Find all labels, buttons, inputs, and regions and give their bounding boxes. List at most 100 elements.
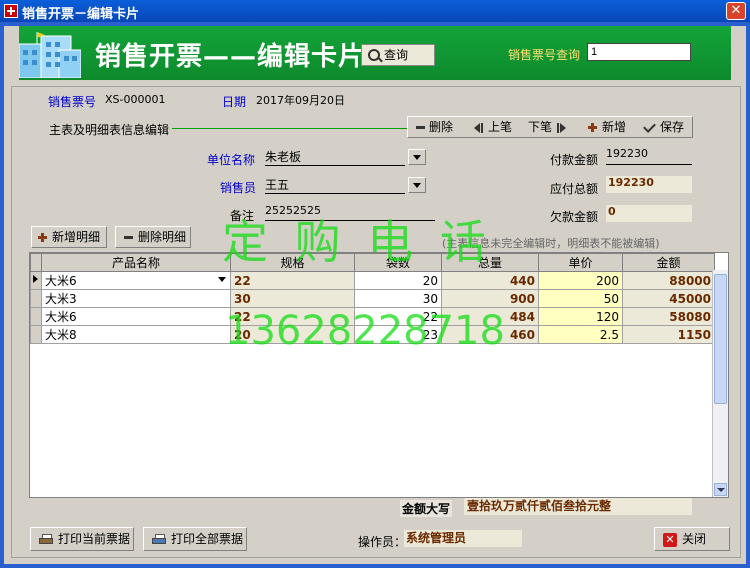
owed-value: 0 bbox=[608, 205, 616, 218]
owed-label: 欠款金额 bbox=[550, 210, 599, 224]
title-bar: 销售开票－编辑卡片 ✕ bbox=[0, 0, 750, 22]
invoice-no-label: 销售票号 bbox=[48, 95, 97, 109]
magnifier-icon bbox=[368, 49, 380, 61]
close-button[interactable]: ✕ 关闭 bbox=[654, 527, 730, 551]
next-button[interactable]: 下笔 bbox=[528, 118, 567, 136]
printer-icon bbox=[152, 533, 166, 546]
print-all-button[interactable]: 打印全部票据 bbox=[143, 527, 247, 551]
paid-input[interactable]: 192230 bbox=[606, 147, 692, 165]
check-icon bbox=[643, 119, 656, 133]
cell-bags[interactable]: 20 bbox=[354, 271, 442, 290]
invoice-query-input[interactable] bbox=[587, 43, 691, 61]
cell-bags[interactable]: 30 bbox=[354, 289, 442, 308]
date-value: 2017年09月20日 bbox=[256, 94, 345, 107]
col-header-price[interactable]: 单价 bbox=[538, 253, 623, 272]
row-pointer-icon bbox=[33, 275, 38, 283]
save-label: 保存 bbox=[660, 120, 685, 134]
plus-icon bbox=[38, 233, 47, 242]
cell-name[interactable]: 大米6 bbox=[41, 271, 231, 290]
col-header-name[interactable]: 产品名称 bbox=[41, 253, 231, 272]
invoice-no-value: XS-000001 bbox=[105, 93, 166, 106]
delete-detail-button[interactable]: 删除明细 bbox=[115, 226, 191, 248]
cell-spec[interactable]: 30 bbox=[230, 289, 355, 308]
add-button[interactable]: 新增 bbox=[588, 118, 626, 136]
cell-name[interactable]: 大米3 bbox=[41, 289, 231, 308]
payable-field: 192230 bbox=[606, 176, 692, 193]
table-row[interactable]: 大米3 30 30 900 50 45000 bbox=[30, 289, 715, 308]
payable-label: 应付总额 bbox=[550, 182, 599, 196]
paid-label: 付款金额 bbox=[550, 153, 599, 167]
cell-name[interactable]: 大米6 bbox=[41, 307, 231, 326]
table-row[interactable]: 大米6 22 20 440 200 88000 bbox=[30, 271, 715, 290]
next-bar-icon bbox=[557, 122, 560, 133]
cell-price[interactable]: 2.5 bbox=[538, 325, 623, 344]
seller-dropdown-icon[interactable] bbox=[408, 177, 426, 193]
scroll-down-arrow-icon[interactable] bbox=[714, 483, 727, 496]
cell-amount: 88000 bbox=[622, 271, 715, 290]
watermark-line2: 13628228718 bbox=[225, 308, 505, 354]
delete-label: 删除 bbox=[429, 120, 454, 134]
print-current-button[interactable]: 打印当前票据 bbox=[30, 527, 134, 551]
col-header-amount[interactable]: 金额 bbox=[622, 253, 715, 272]
query-button[interactable]: 查询 bbox=[361, 44, 435, 66]
cell-price[interactable]: 50 bbox=[538, 289, 623, 308]
seller-combo[interactable]: 王五 bbox=[265, 176, 405, 194]
watermark-line1: 定 购 电 话 bbox=[222, 215, 492, 269]
section-divider bbox=[172, 128, 408, 129]
plus-icon bbox=[588, 123, 597, 132]
add-label: 新增 bbox=[602, 120, 627, 134]
scrollbar-thumb[interactable] bbox=[714, 274, 727, 404]
amount-words-field: 壹拾玖万贰仟贰佰叁拾元整 bbox=[464, 498, 692, 515]
add-detail-button[interactable]: 新增明细 bbox=[31, 226, 107, 248]
prev-bar-icon bbox=[481, 122, 483, 133]
printer-icon bbox=[39, 533, 53, 546]
unit-label: 单位名称 bbox=[207, 153, 256, 167]
delete-button[interactable]: 删除 bbox=[416, 118, 453, 136]
cell-amount: 58080 bbox=[622, 307, 715, 326]
invoice-query-label: 销售票号查询 bbox=[508, 48, 581, 62]
amount-words-value: 壹拾玖万贰仟贰佰叁拾元整 bbox=[467, 499, 612, 513]
unit-combo[interactable]: 朱老板 bbox=[265, 148, 405, 166]
close-icon: ✕ bbox=[663, 532, 677, 547]
grid-scrollbar[interactable] bbox=[712, 270, 728, 497]
detail-grid[interactable]: 产品名称 规格 袋数 总量 单价 金额 大米6 22 20 440 200 88… bbox=[29, 252, 729, 498]
print-all-label: 打印全部票据 bbox=[171, 532, 244, 546]
row-indicator bbox=[30, 325, 42, 344]
owed-field: 0 bbox=[606, 205, 692, 222]
window-close-button[interactable]: ✕ bbox=[726, 2, 746, 20]
unit-value: 朱老板 bbox=[265, 150, 302, 164]
cell-total: 440 bbox=[441, 271, 539, 290]
save-button[interactable]: 保存 bbox=[643, 118, 685, 136]
row-indicator bbox=[30, 307, 42, 326]
building-icon bbox=[19, 32, 81, 78]
print-current-label: 打印当前票据 bbox=[58, 532, 131, 546]
cell-price[interactable]: 200 bbox=[538, 271, 623, 290]
query-button-label: 查询 bbox=[384, 48, 409, 62]
operator-label: 操作员： bbox=[358, 535, 407, 549]
banner: 销售开票——编辑卡片 查询 销售票号查询 bbox=[19, 26, 731, 80]
minus-icon bbox=[124, 236, 133, 239]
date-label: 日期 bbox=[222, 95, 247, 109]
window-title: 销售开票－编辑卡片 bbox=[22, 7, 140, 22]
record-toolbar: 删除 上笔 下笔 新增 保存 bbox=[407, 116, 693, 138]
cell-total: 900 bbox=[441, 289, 539, 308]
seller-value: 王五 bbox=[265, 178, 290, 192]
cell-spec[interactable]: 22 bbox=[230, 271, 355, 290]
delete-detail-label: 删除明细 bbox=[138, 230, 187, 244]
prev-label: 上笔 bbox=[488, 120, 513, 134]
cell-amount: 45000 bbox=[622, 289, 715, 308]
cell-dropdown-icon[interactable] bbox=[218, 277, 226, 282]
add-detail-label: 新增明细 bbox=[52, 230, 101, 244]
cell-name[interactable]: 大米8 bbox=[41, 325, 231, 344]
minus-icon bbox=[416, 126, 425, 129]
unit-dropdown-icon[interactable] bbox=[408, 149, 426, 165]
prev-button[interactable]: 上笔 bbox=[474, 118, 512, 136]
prev-icon bbox=[474, 122, 480, 133]
app-icon bbox=[4, 4, 18, 18]
operator-value: 系统管理员 bbox=[406, 531, 467, 545]
paid-value: 192230 bbox=[606, 147, 648, 160]
cell-price[interactable]: 120 bbox=[538, 307, 623, 326]
banner-title: 销售开票——编辑卡片 bbox=[95, 42, 366, 72]
seller-label: 销售员 bbox=[220, 181, 257, 195]
row-indicator bbox=[30, 289, 42, 308]
